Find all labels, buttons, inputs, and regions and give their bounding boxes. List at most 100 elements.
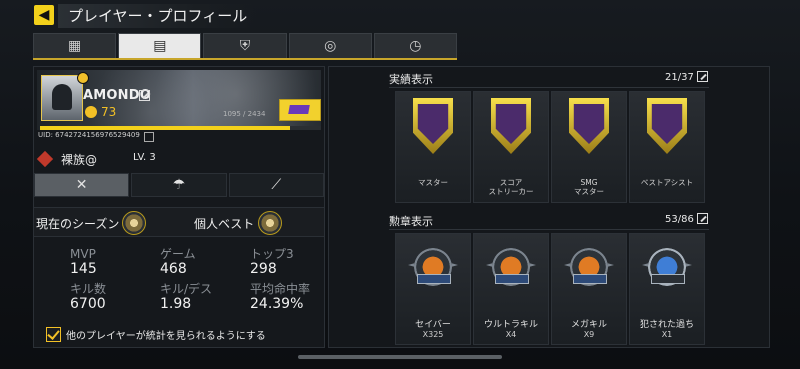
clan-level: LV. 3 — [133, 152, 156, 163]
tab-stats[interactable]: ▦ — [33, 33, 117, 59]
stat-mvp: MVP 145 — [70, 247, 97, 277]
medals-divider — [389, 229, 709, 230]
tab-battle-royale[interactable]: ☂ — [131, 173, 227, 197]
display-panel: 実績表示 21/37 マスター スコア ストリーカー SMG マスター ベストア… — [328, 66, 770, 348]
clan-row[interactable]: 裸族@ LV. 3 — [36, 150, 321, 168]
public-stats-checkbox[interactable] — [46, 327, 61, 342]
achievement-card[interactable]: ベストアシスト — [629, 91, 705, 203]
medal-name: メガキル — [570, 320, 607, 330]
achievement-card[interactable]: SMG マスター — [551, 91, 627, 203]
emblem-icon: ◎ — [324, 38, 337, 54]
achievement-label: SMG マスター — [574, 178, 604, 196]
stat-label: キル/デス — [160, 282, 213, 296]
achievement-label: スコア ストリーカー — [488, 178, 534, 196]
tab-profile[interactable]: ▤ — [118, 33, 202, 59]
personal-best-label: 個人ベスト — [194, 217, 255, 231]
medal-card[interactable]: メガキル X9 — [551, 233, 627, 345]
stat-top3: トップ3 298 — [250, 247, 294, 277]
avatar[interactable] — [41, 75, 83, 121]
medal-name: 犯された過ち — [639, 320, 694, 330]
xp-progress-text: 1095 / 2434 — [223, 110, 266, 118]
achievement-label: ベストアシスト — [640, 178, 694, 187]
medal-count: X4 — [505, 330, 517, 339]
personal-best-rank-icon[interactable] — [258, 211, 282, 235]
medal-shield-icon — [408, 98, 458, 154]
achievements-divider — [389, 87, 709, 88]
tab-zombies[interactable]: ⟋ — [228, 173, 324, 197]
medals-count: 53/86 — [665, 214, 694, 225]
streak-shield-icon — [486, 98, 536, 154]
tab-multiplayer[interactable]: ✕ — [34, 173, 130, 197]
stat-label: トップ3 — [250, 247, 294, 261]
stat-label: MVP — [70, 247, 96, 261]
stats-grid: MVP 145 ゲーム 468 トップ3 298 キル数 6700 キル/デス … — [70, 247, 330, 317]
scroll-indicator[interactable] — [298, 355, 502, 359]
stat-label: キル数 — [70, 282, 107, 296]
edit-medals-icon[interactable] — [697, 213, 708, 224]
checkmark-icon — [47, 327, 60, 340]
achievements-count: 21/37 — [665, 72, 694, 83]
achievement-card[interactable]: マスター — [395, 91, 471, 203]
medal-card[interactable]: 犯された過ち X1 — [629, 233, 705, 345]
uid-text: UID: 6742724156976529409 — [38, 131, 140, 139]
edit-achievements-icon[interactable] — [697, 71, 708, 82]
stat-value: 468 — [160, 261, 187, 277]
stat-value: 145 — [70, 261, 97, 277]
stat-value: 24.39% — [250, 296, 304, 312]
current-season-label: 現在のシーズン — [36, 217, 120, 231]
assist-shield-icon — [642, 98, 692, 154]
mega-kill-medal-icon — [564, 244, 614, 289]
medal-count: X1 — [661, 330, 673, 339]
player-summary-panel: AMONDO 73 1095 / 2434 UID: 6742724156976… — [33, 66, 325, 348]
stats-chart-icon: ▦ — [67, 38, 82, 54]
player-level: 73 — [101, 105, 117, 119]
stat-value: 1.98 — [160, 296, 192, 312]
clan-icon — [36, 150, 54, 168]
season-rank-icon[interactable] — [122, 211, 146, 235]
profile-card-icon: ▤ — [153, 38, 167, 54]
top-bar: ◀ プレイヤー・プロフィール — [0, 0, 800, 32]
copy-uid-icon[interactable] — [144, 132, 154, 142]
edit-name-icon[interactable] — [139, 90, 150, 101]
stat-games: ゲーム 468 — [160, 247, 196, 277]
stat-value: 6700 — [70, 296, 106, 312]
achievement-card[interactable]: スコア ストリーカー — [473, 91, 549, 203]
xp-bar-fill — [40, 126, 290, 130]
clan-name: 裸族@ — [61, 153, 98, 167]
mistake-medal-icon — [642, 244, 692, 289]
stat-kd: キル/デス 1.98 — [160, 282, 212, 312]
mode-tabs: ✕ ☂ ⟋ — [34, 173, 324, 197]
stat-value: 298 — [250, 261, 277, 277]
parachute-icon: ☂ — [172, 177, 186, 193]
xp-bar — [40, 126, 321, 130]
medal-count: X325 — [422, 330, 444, 339]
tab-timer[interactable]: ◷ — [373, 33, 458, 59]
tabs-underline — [33, 58, 457, 60]
back-button[interactable]: ◀ — [34, 5, 54, 25]
stat-accuracy: 平均命中率 24.39% — [250, 282, 310, 312]
medals-title: 勲章表示 — [389, 215, 433, 228]
achievements-title: 実績表示 — [389, 73, 433, 86]
public-stats-label: 他のプレイヤーが統計を見られるようにする — [66, 331, 266, 342]
chevron-left-icon: ◀ — [38, 7, 50, 23]
tab-badge[interactable]: ⛨ — [203, 33, 287, 59]
ultra-kill-medal-icon — [486, 244, 536, 289]
medal-card[interactable]: ウルトラキル X4 — [473, 233, 549, 345]
calling-card-banner[interactable]: AMONDO 73 1095 / 2434 — [37, 70, 321, 130]
stat-label: 平均命中率 — [250, 282, 311, 296]
achievement-label: マスター — [418, 178, 448, 187]
level-star-icon — [85, 106, 97, 118]
stat-label: ゲーム — [160, 247, 196, 261]
medal-name: ウルトラキル — [483, 320, 538, 330]
medal-name: セイバー — [415, 320, 451, 330]
rank-badge-icon — [77, 72, 89, 84]
saber-medal-icon — [408, 244, 458, 289]
medal-count: X9 — [583, 330, 595, 339]
public-stats-toggle[interactable]: 他のプレイヤーが統計を見られるようにする — [46, 325, 316, 343]
page-title: プレイヤー・プロフィール — [58, 4, 258, 28]
stat-kills: キル数 6700 — [70, 282, 106, 312]
tab-emblem[interactable]: ◎ — [288, 33, 372, 59]
badge-icon: ⛨ — [239, 38, 251, 54]
ticket-icon[interactable] — [279, 99, 321, 121]
medal-card[interactable]: セイバー X325 — [395, 233, 471, 345]
